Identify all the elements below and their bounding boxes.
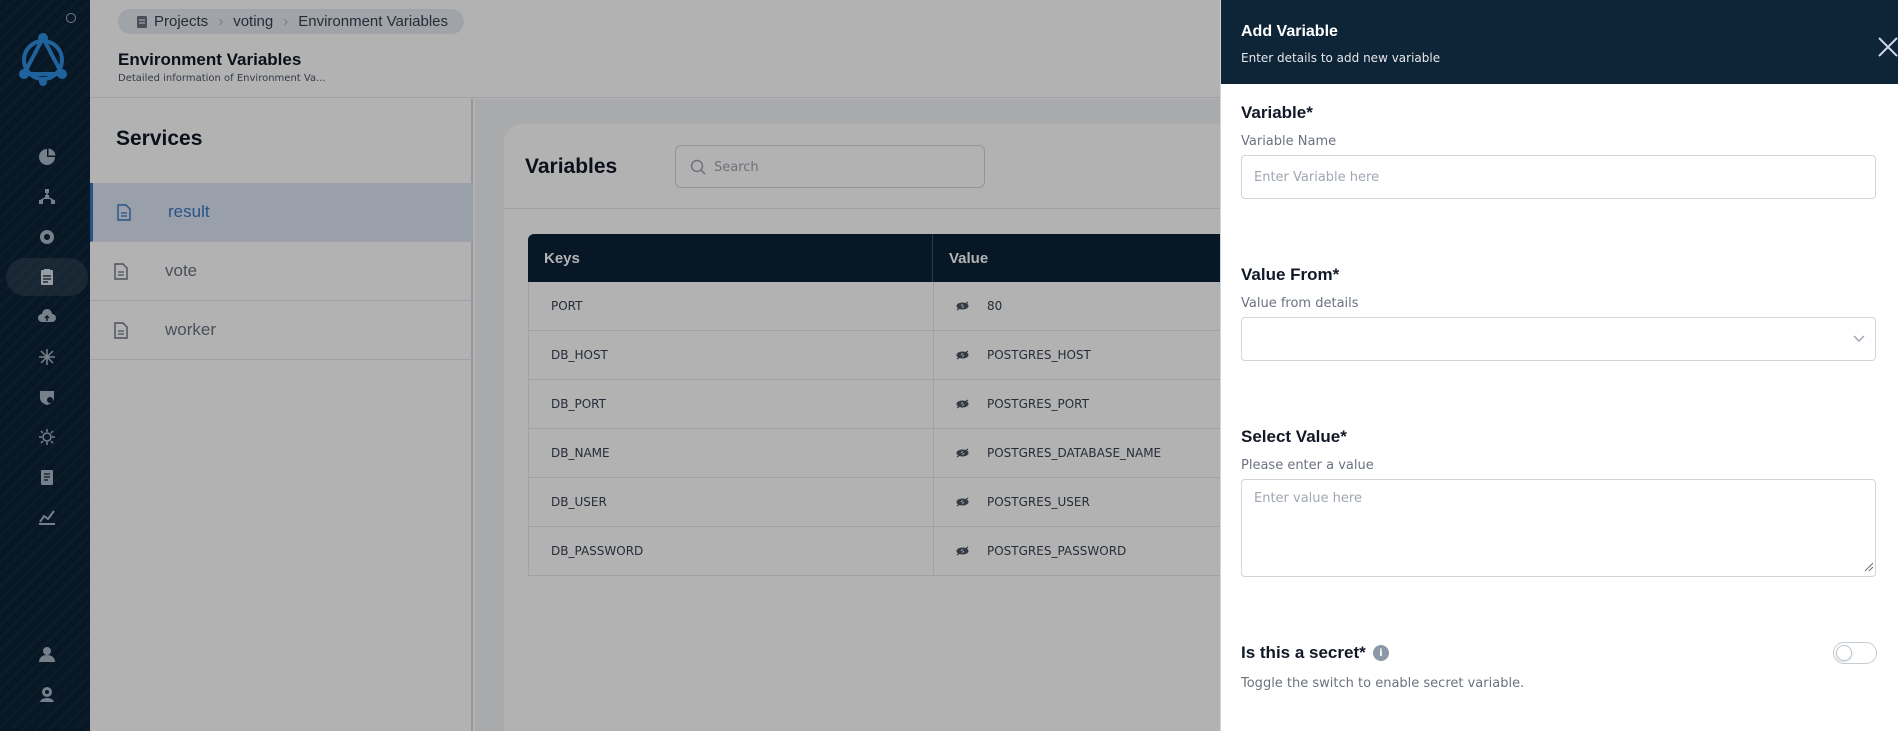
secret-label: Is this a secret*	[1241, 643, 1366, 662]
info-icon[interactable]: i	[1373, 645, 1389, 661]
variable-label: Variable*	[1241, 103, 1313, 122]
resize-grip-icon[interactable]	[1864, 562, 1874, 572]
secret-hint: Toggle the switch to enable secret varia…	[1241, 676, 1525, 691]
value-from-hint: Value from details	[1241, 296, 1359, 311]
select-value-hint: Please enter a value	[1241, 458, 1374, 473]
close-icon[interactable]	[1877, 36, 1898, 58]
secret-toggle[interactable]	[1833, 642, 1877, 664]
drawer-title: Add Variable	[1241, 23, 1338, 40]
chevron-down-icon	[1853, 335, 1865, 342]
drawer-header: Add Variable Enter details to add new va…	[1221, 0, 1898, 84]
select-value-label: Select Value*	[1241, 427, 1347, 446]
variable-name-input[interactable]	[1241, 155, 1876, 199]
drawer-subtitle: Enter details to add new variable	[1241, 51, 1441, 65]
toggle-knob	[1836, 645, 1852, 661]
select-value-textarea[interactable]	[1241, 479, 1876, 577]
modal-backdrop[interactable]	[0, 0, 1220, 731]
value-from-label: Value From*	[1241, 265, 1340, 284]
variable-hint: Variable Name	[1241, 134, 1337, 149]
add-variable-drawer: Add Variable Enter details to add new va…	[1220, 0, 1898, 731]
value-from-select[interactable]	[1241, 317, 1876, 361]
